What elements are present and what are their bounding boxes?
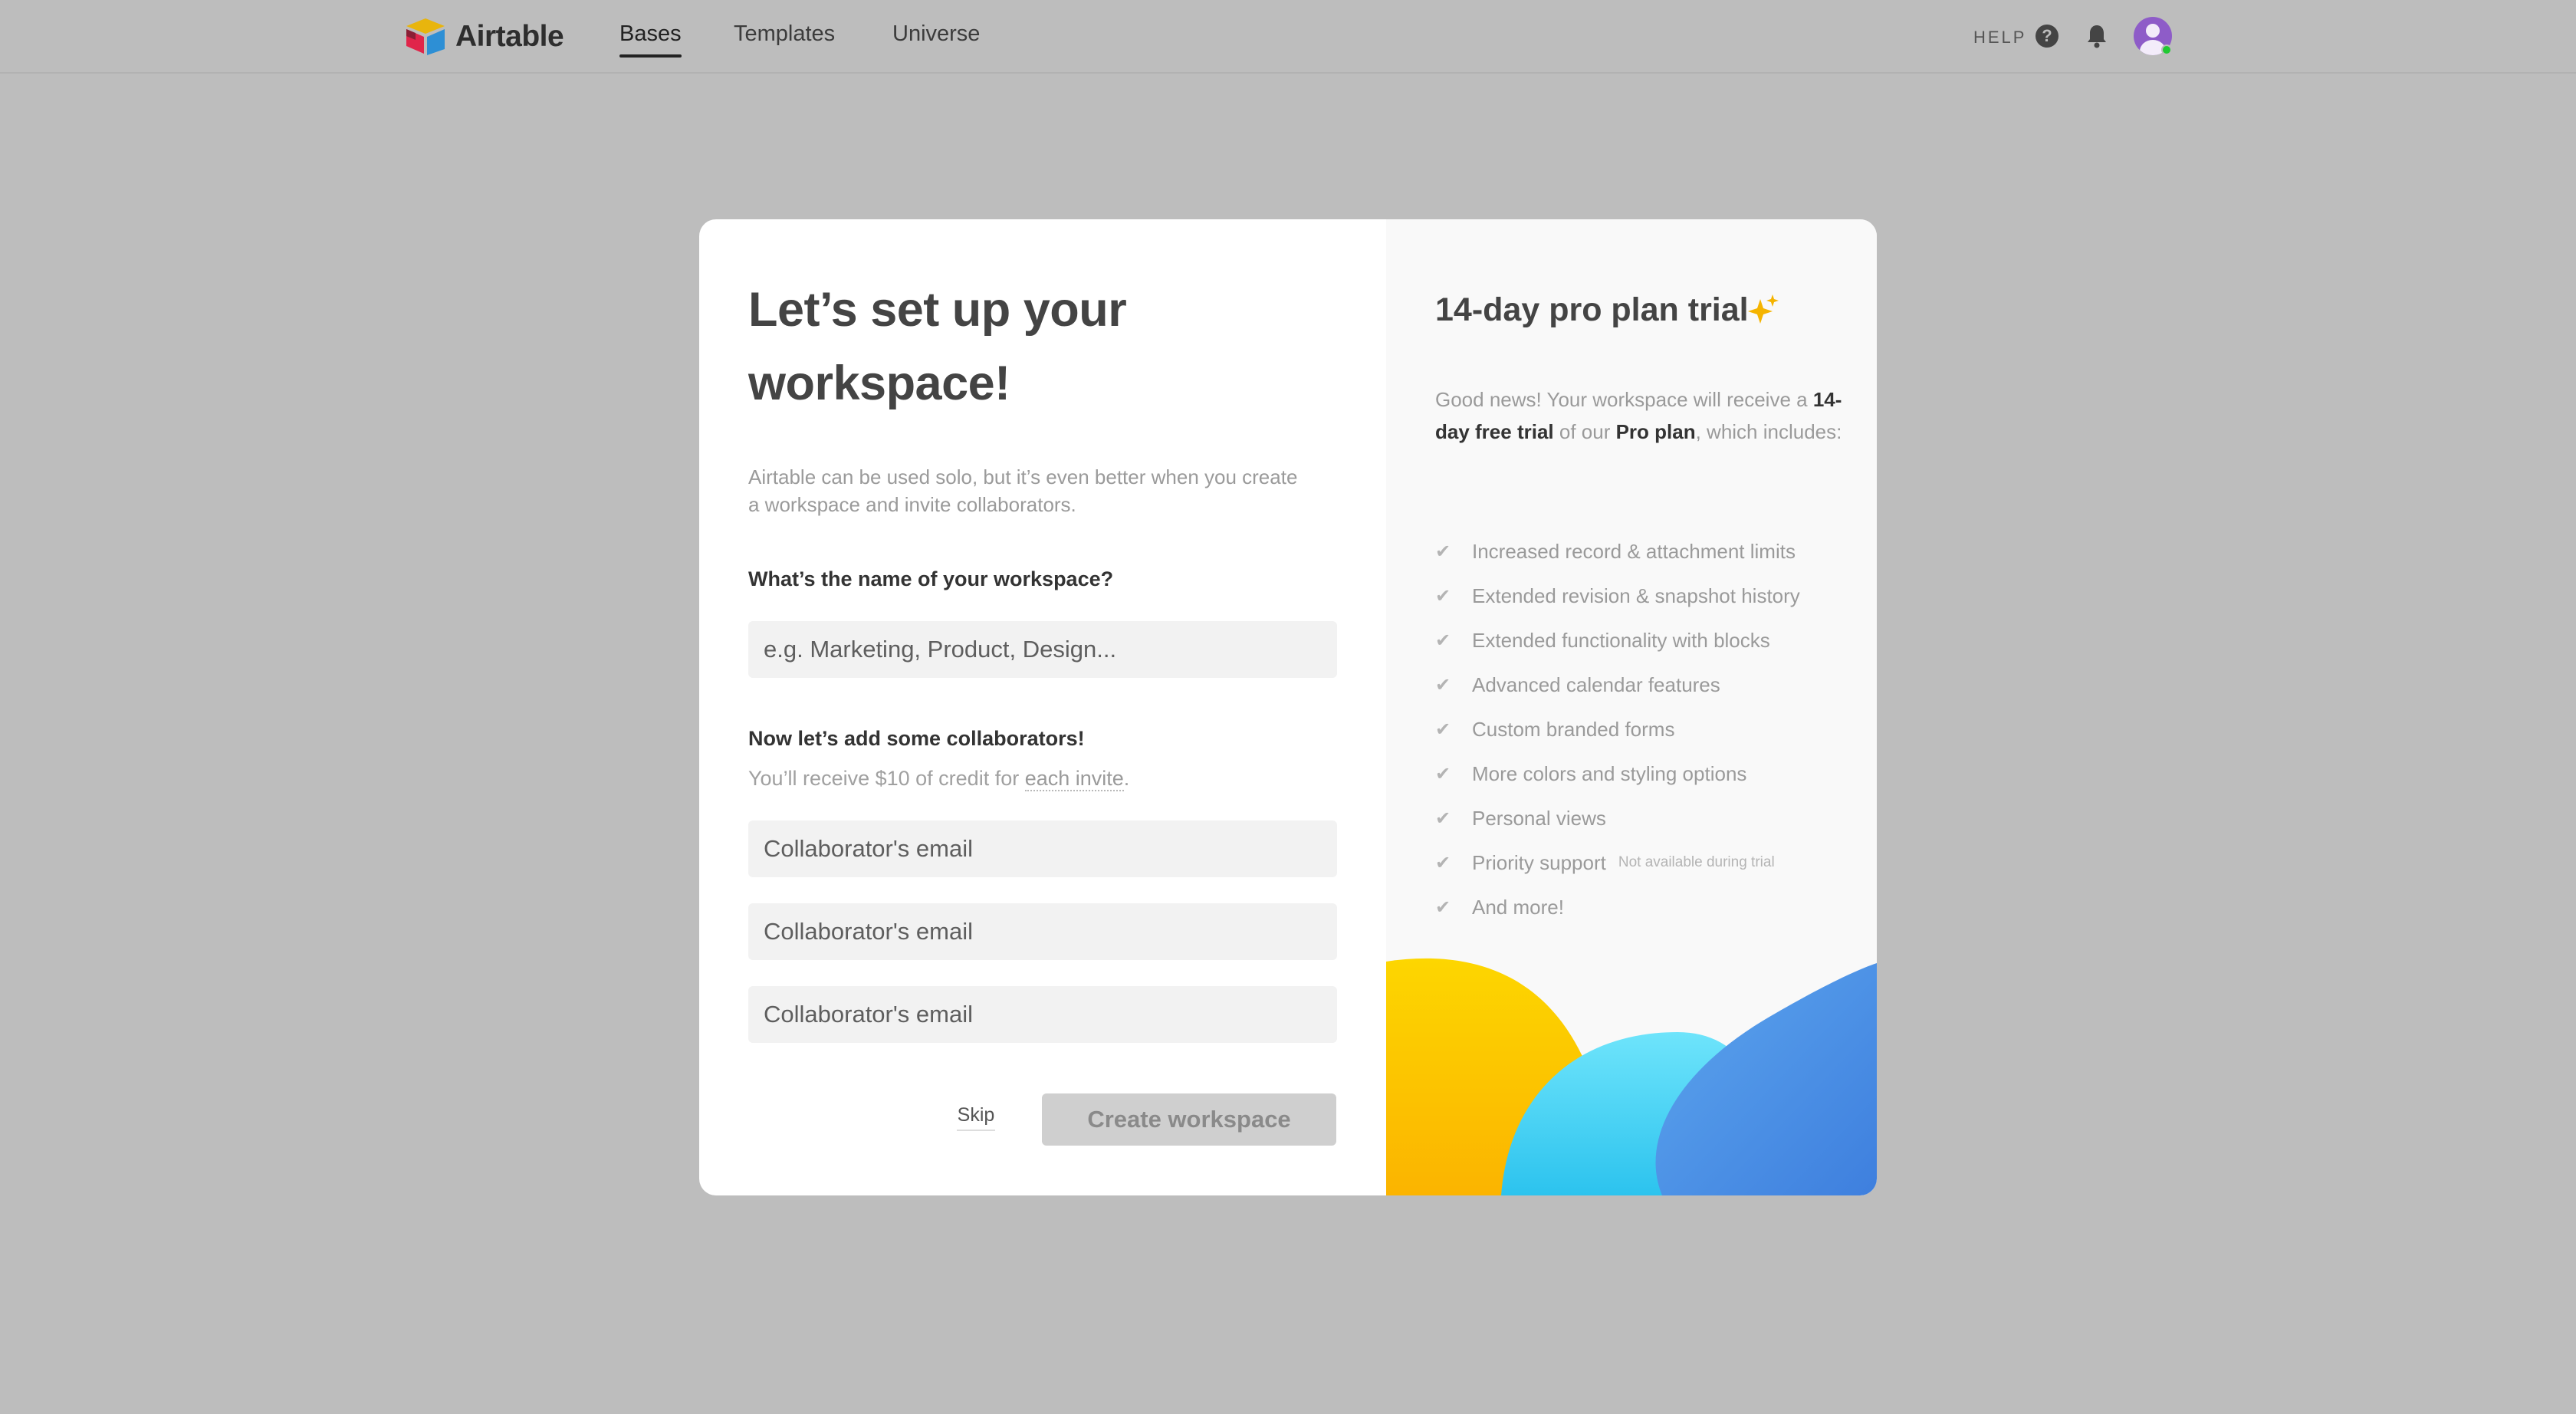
list-item: ✔ And more! [1435, 885, 1800, 929]
feature-label: Advanced calendar features [1472, 672, 1720, 696]
list-item: ✔ Personal views [1435, 796, 1800, 840]
feature-list: ✔ Increased record & attachment limits ✔ E… [1435, 529, 1800, 929]
create-workspace-button[interactable]: Create workspace [1042, 1093, 1336, 1146]
sparkle-icon [1748, 294, 1779, 324]
check-icon: ✔ [1435, 541, 1451, 562]
each-invite-link[interactable]: each invite [1024, 767, 1124, 791]
intro-text: Airtable can be used solo, but it’s even… [748, 465, 1298, 516]
collaborators-heading: Now let’s add some collaborators! [748, 727, 1085, 750]
decorative-blobs [1386, 958, 1877, 1195]
top-nav: Airtable Bases Templates Universe HELP ? [0, 0, 2576, 74]
feature-label: Priority support [1472, 850, 1606, 874]
airtable-logo[interactable]: Airtable [403, 17, 564, 57]
check-icon: ✔ [1435, 852, 1451, 873]
credit-prefix: You’ll receive $10 of credit for [748, 767, 1025, 790]
page-title: Let’s set up your workspace! [748, 273, 1285, 420]
feature-label: Extended functionality with blocks [1472, 628, 1770, 652]
list-item: ✔ Priority support Not available during tr… [1435, 840, 1800, 885]
collaborator-email-2[interactable] [748, 903, 1337, 960]
trial-intro: Good news! Your workspace will receive a… [1435, 383, 1849, 448]
feature-label: More colors and styling options [1472, 761, 1747, 785]
list-item: ✔ Extended functionality with blocks [1435, 618, 1800, 663]
collaborator-email-3[interactable] [748, 986, 1337, 1043]
tab-templates[interactable]: Templates [734, 21, 835, 47]
setup-form-panel: Let’s set up your workspace! Airtable ca… [699, 219, 1386, 1195]
trial-intro-suffix: , which includes: [1695, 420, 1842, 443]
tab-bases[interactable]: Bases [619, 21, 682, 58]
check-icon: ✔ [1435, 763, 1451, 784]
feature-label: And more! [1472, 895, 1564, 919]
list-item: ✔ Extended revision & snapshot history [1435, 574, 1800, 618]
bell-icon[interactable] [2085, 24, 2108, 48]
feature-label: Extended revision & snapshot history [1472, 584, 1800, 607]
workspace-setup-modal: Let’s set up your workspace! Airtable ca… [699, 219, 1877, 1195]
check-icon: ✔ [1435, 896, 1451, 918]
tab-universe[interactable]: Universe [892, 21, 980, 47]
plan-name: Pro plan [1615, 420, 1696, 443]
check-icon: ✔ [1435, 719, 1451, 740]
title-line-2: workspace! [748, 357, 1010, 410]
list-item: ✔ More colors and styling options [1435, 751, 1800, 796]
credit-suffix: . [1123, 767, 1130, 790]
workspace-name-label: What’s the name of your workspace? [748, 567, 1114, 590]
trial-title: 14-day pro plan trial [1435, 291, 1749, 328]
skip-button[interactable]: Skip [957, 1104, 995, 1131]
feature-note: Not available during trial [1618, 854, 1775, 870]
collaborator-email-1[interactable] [748, 820, 1337, 877]
title-line-1: Let’s set up your [748, 283, 1127, 337]
trial-info-panel: 14-day pro plan trial Good news! Your wo… [1386, 219, 1877, 1195]
check-icon: ✔ [1435, 674, 1451, 695]
credit-text: You’ll receive $10 of credit for each in… [748, 767, 1129, 791]
online-status-dot [2161, 44, 2172, 55]
check-icon: ✔ [1435, 630, 1451, 651]
check-icon: ✔ [1435, 585, 1451, 607]
list-item: ✔ Custom branded forms [1435, 707, 1800, 751]
check-icon: ✔ [1435, 807, 1451, 829]
avatar-head [2146, 24, 2160, 38]
list-item: ✔ Increased record & attachment limits [1435, 529, 1800, 574]
feature-label: Increased record & attachment limits [1472, 539, 1796, 563]
brand-name: Airtable [455, 20, 564, 53]
workspace-name-input[interactable] [748, 621, 1337, 678]
help-link[interactable]: HELP [1973, 28, 2026, 48]
list-item: ✔ Advanced calendar features [1435, 663, 1800, 707]
airtable-logo-icon [406, 18, 445, 55]
feature-label: Custom branded forms [1472, 717, 1675, 741]
trial-intro-prefix: Good news! Your workspace will receive a [1435, 388, 1813, 411]
help-icon[interactable]: ? [2036, 25, 2058, 48]
feature-label: Personal views [1472, 806, 1606, 830]
trial-intro-middle: of our [1553, 420, 1616, 443]
